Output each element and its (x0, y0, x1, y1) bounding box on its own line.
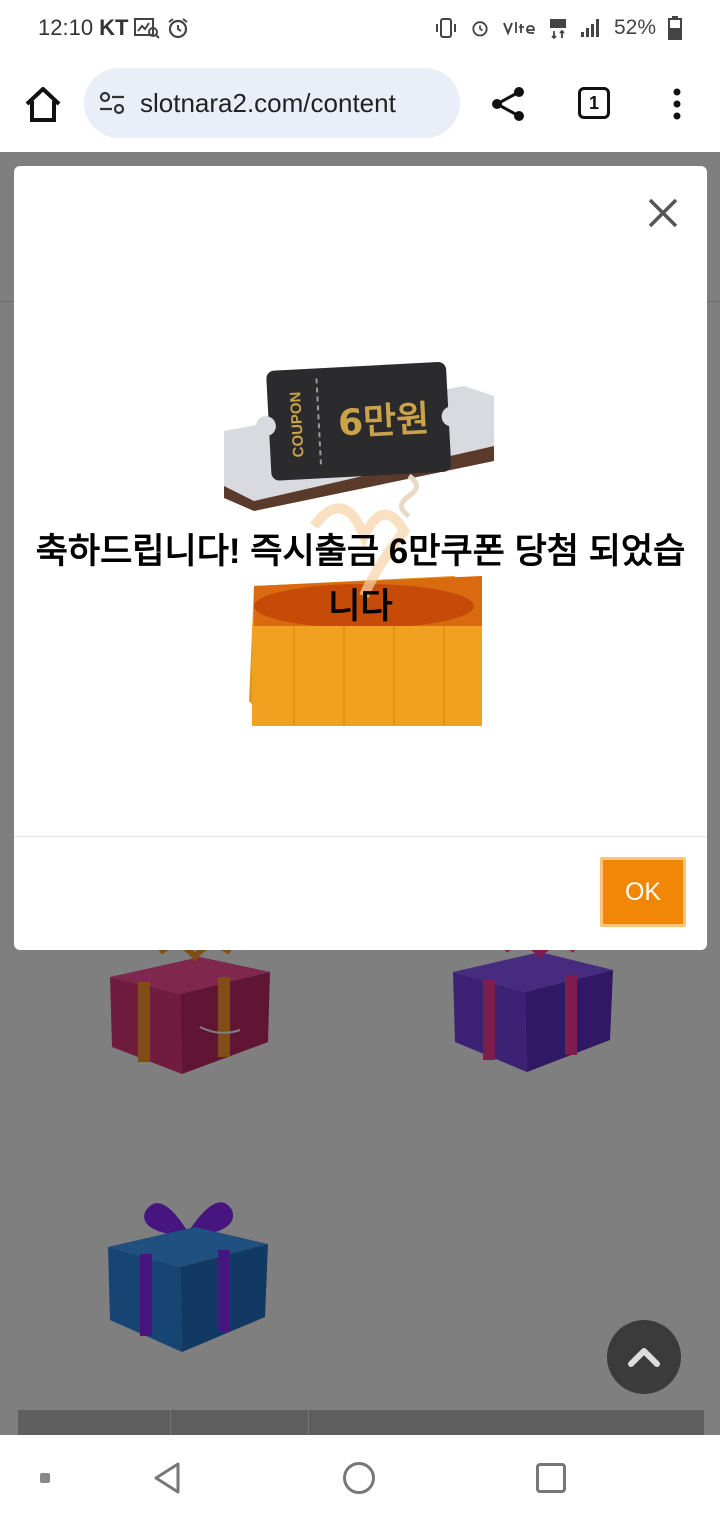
modal-footer-divider (14, 836, 707, 837)
volte-icon (503, 22, 535, 36)
home-icon[interactable] (22, 84, 64, 126)
more-menu-icon[interactable] (670, 86, 684, 122)
status-left: 12:10 KT (38, 15, 190, 41)
battery-icon (668, 16, 682, 40)
nav-indicator-dot (40, 1473, 50, 1483)
url-text[interactable]: slotnara2.com/content (140, 88, 396, 119)
status-right: 52% (434, 16, 682, 40)
site-settings-icon[interactable] (98, 89, 126, 117)
browser-toolbar: slotnara2.com/content 1 (0, 56, 720, 152)
status-carrier: KT (99, 15, 129, 40)
signal-icon (580, 19, 599, 37)
data-usage-icon (134, 18, 161, 39)
recent-apps-button[interactable] (536, 1463, 566, 1493)
system-nav-bar (0, 1435, 720, 1520)
alarm-small-icon (472, 21, 488, 37)
ok-button[interactable]: OK (600, 857, 686, 927)
congrats-message: 축하드립니다! 즉시출금 6만쿠폰 당첨 되었습니다 (35, 532, 686, 626)
alarm-icon (168, 18, 188, 39)
address-bar[interactable]: slotnara2.com/content (84, 68, 460, 138)
back-icon[interactable] (152, 1461, 182, 1495)
status-time: 12:10 (38, 15, 94, 40)
close-icon[interactable] (646, 196, 680, 230)
vibrate-icon (435, 18, 456, 38)
coupon-modal: COUPON 6만원 축하드립니다! 즉시출금 6만쿠폰 당첨 되었습니다 OK (14, 166, 707, 950)
page-footer-tabs (18, 1410, 704, 1435)
lte-icon (549, 19, 566, 39)
scroll-to-top-button[interactable] (607, 1320, 681, 1394)
coupon-amount: 6만원 (337, 399, 430, 445)
status-bar: 12:10 KT 52% (0, 0, 720, 56)
coupon-word: COUPON (287, 391, 307, 458)
coupon-ticket: COUPON 6만원 (255, 362, 462, 481)
home-nav-button[interactable] (343, 1462, 375, 1494)
share-icon[interactable] (488, 84, 528, 124)
chevron-up-icon (628, 1348, 660, 1367)
tab-switcher-button[interactable]: 1 (578, 87, 610, 119)
battery-percent: 52% (613, 16, 656, 39)
